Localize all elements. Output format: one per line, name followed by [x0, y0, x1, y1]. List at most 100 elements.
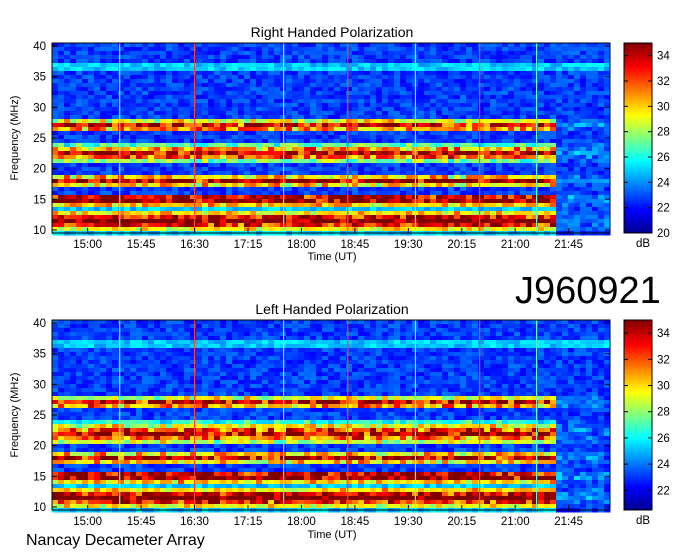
- heatmap-cell: [154, 211, 161, 216]
- heatmap-cell: [274, 111, 281, 116]
- heatmap-cell: [214, 179, 221, 184]
- heatmap-cell: [82, 211, 89, 216]
- heatmap-cell: [292, 63, 299, 68]
- heatmap-cell: [310, 47, 317, 52]
- heatmap-cell: [160, 79, 167, 84]
- heatmap-cell: [262, 55, 269, 60]
- heatmap-cell: [250, 227, 257, 232]
- heatmap-cell: [292, 336, 299, 341]
- heatmap-cell: [172, 227, 179, 232]
- heatmap-cell: [64, 131, 71, 136]
- heatmap-cell: [220, 336, 227, 341]
- heatmap-cell: [352, 123, 359, 128]
- heatmap-cell: [262, 111, 269, 116]
- heatmap-cell: [154, 91, 161, 96]
- heatmap-cell: [484, 51, 491, 56]
- heatmap-cell: [322, 151, 329, 156]
- heatmap-cell: [112, 179, 119, 184]
- heatmap-cell: [76, 143, 83, 148]
- heatmap-cell: [466, 75, 473, 80]
- heatmap-cell: [538, 171, 545, 176]
- heatmap-cell: [178, 75, 185, 80]
- heatmap-cell: [154, 103, 161, 108]
- heatmap-cell: [568, 47, 575, 52]
- heatmap-cell: [244, 163, 251, 168]
- heatmap-cell: [586, 203, 593, 208]
- heatmap-cell: [484, 155, 491, 160]
- heatmap-cell: [166, 43, 173, 48]
- heatmap-cell: [406, 167, 413, 172]
- heatmap-cell: [358, 223, 365, 228]
- heatmap-cell: [532, 43, 539, 48]
- heatmap-cell: [202, 75, 209, 80]
- heatmap-cell: [514, 171, 521, 176]
- heatmap-cell: [478, 87, 485, 92]
- heatmap-cell: [430, 151, 437, 156]
- heatmap-cell: [322, 59, 329, 64]
- heatmap-cell: [394, 163, 401, 168]
- heatmap-cell: [196, 55, 203, 60]
- heatmap-cell: [442, 79, 449, 84]
- heatmap-cell: [274, 147, 281, 152]
- heatmap-cell: [64, 119, 71, 124]
- heatmap-cell: [94, 99, 101, 104]
- heatmap-cell: [556, 107, 563, 112]
- heatmap-cell: [364, 179, 371, 184]
- heatmap-cell: [76, 115, 83, 120]
- heatmap-cell: [310, 211, 317, 216]
- heatmap-cell: [340, 79, 347, 84]
- heatmap-cell: [274, 219, 281, 224]
- heatmap-cell: [454, 127, 461, 132]
- heatmap-cell: [580, 320, 587, 325]
- heatmap-cell: [64, 55, 71, 60]
- heatmap-cell: [100, 59, 107, 64]
- heatmap-cell: [172, 215, 179, 220]
- heatmap-cell: [406, 111, 413, 116]
- heatmap-cell: [328, 203, 335, 208]
- heatmap-cell: [472, 55, 479, 60]
- heatmap-cell: [496, 47, 503, 52]
- heatmap-cell: [328, 47, 335, 52]
- heatmap-cell: [100, 87, 107, 92]
- heatmap-cell: [514, 87, 521, 92]
- heatmap-cell: [502, 87, 509, 92]
- heatmap-cell: [244, 43, 251, 48]
- heatmap-cell: [490, 195, 497, 200]
- heatmap-cell: [298, 67, 305, 72]
- heatmap-cell: [394, 199, 401, 204]
- heatmap-cell: [310, 328, 317, 333]
- heatmap-cell: [370, 211, 377, 216]
- heatmap-cell: [238, 155, 245, 160]
- heatmap-cell: [166, 328, 173, 333]
- heatmap-cell: [160, 175, 167, 180]
- heatmap-cell: [106, 119, 113, 124]
- heatmap-cell: [244, 83, 251, 88]
- heatmap-cell: [574, 79, 581, 84]
- heatmap-cell: [76, 187, 83, 192]
- heatmap-cell: [442, 183, 449, 188]
- heatmap-cell: [346, 75, 353, 80]
- heatmap-cell: [268, 139, 275, 144]
- heatmap-cell: [598, 91, 605, 96]
- heatmap-cell: [124, 219, 131, 224]
- heatmap-cell: [172, 151, 179, 156]
- heatmap-cell: [460, 95, 467, 100]
- heatmap-cell: [592, 211, 599, 216]
- heatmap-cell: [172, 87, 179, 92]
- heatmap-cell: [232, 115, 239, 120]
- heatmap-cell: [508, 332, 515, 337]
- heatmap-cell: [424, 91, 431, 96]
- heatmap-cell: [220, 123, 227, 128]
- heatmap-cell: [250, 159, 257, 164]
- heatmap-cell: [400, 135, 407, 140]
- heatmap-cell: [148, 139, 155, 144]
- heatmap-cell: [436, 67, 443, 72]
- heatmap-cell: [592, 115, 599, 120]
- heatmap-cell: [88, 223, 95, 228]
- heatmap-cell: [226, 103, 233, 108]
- heatmap-cell: [358, 51, 365, 56]
- heatmap-cell: [112, 107, 119, 112]
- heatmap-cell: [292, 151, 299, 156]
- heatmap-cell: [304, 103, 311, 108]
- heatmap-cell: [82, 71, 89, 76]
